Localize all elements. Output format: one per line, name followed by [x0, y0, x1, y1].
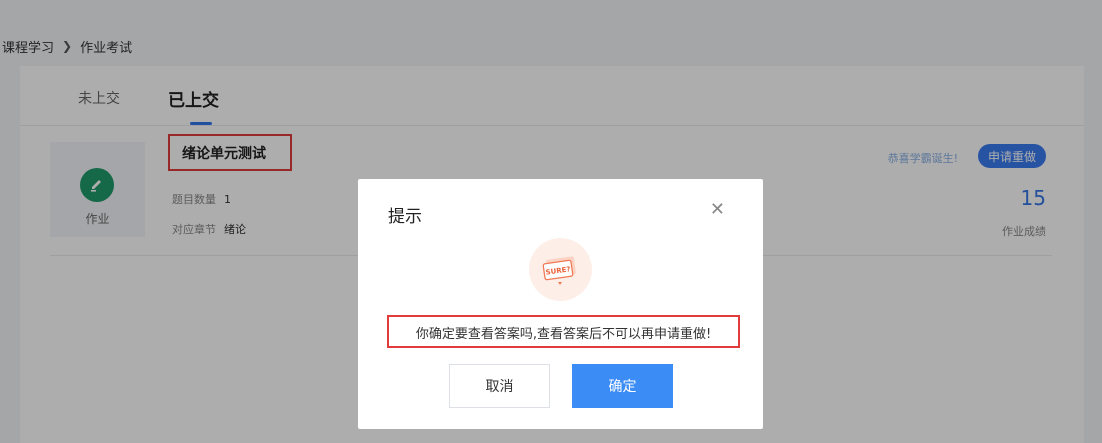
dialog-message: 你确定要查看答案吗,查看答案后不可以再申请重做!: [415, 327, 712, 342]
cancel-button[interactable]: 取消: [449, 364, 550, 408]
confirm-button[interactable]: 确定: [572, 364, 673, 408]
dialog-title: 提示: [388, 207, 422, 227]
sure-illustration: SURE?: [529, 238, 592, 301]
confirm-dialog: 提示 ✕ SURE? 你确定要查看答案吗,查看答案后不可以再申请重做! 取消 确…: [358, 179, 763, 429]
close-icon[interactable]: ✕: [710, 201, 725, 219]
